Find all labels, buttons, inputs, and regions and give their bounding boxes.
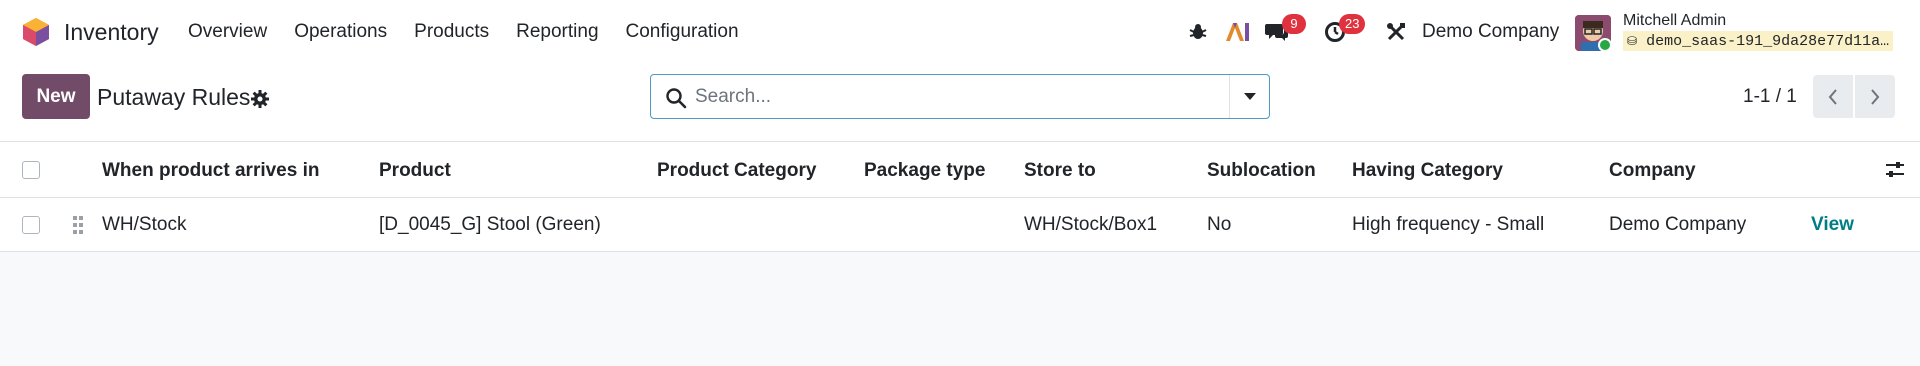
- search-input[interactable]: [695, 83, 1195, 111]
- pager-next-button[interactable]: [1855, 75, 1895, 118]
- table-row[interactable]: WH/Stock [D_0045_G] Stool (Green) WH/Sto…: [0, 198, 1920, 252]
- top-navbar: Inventory Overview Operations Products R…: [0, 0, 1920, 64]
- search-bar: [650, 74, 1270, 119]
- cell-product: [D_0045_G] Stool (Green): [379, 214, 601, 235]
- search-icon: [666, 88, 687, 109]
- pager-previous-button[interactable]: [1813, 75, 1853, 118]
- view-link[interactable]: View: [1811, 214, 1854, 236]
- cell-store-to: WH/Stock/Box1: [1024, 214, 1158, 235]
- search-options-toggle[interactable]: [1229, 75, 1269, 118]
- cell-sublocation: No: [1207, 214, 1232, 235]
- bug-icon[interactable]: [1186, 20, 1210, 44]
- putaway-rules-list: When product arrives in Product Product …: [0, 142, 1920, 252]
- column-header-having-category[interactable]: Having Category: [1352, 160, 1503, 182]
- menu-operations[interactable]: Operations: [294, 21, 387, 43]
- app-name[interactable]: Inventory: [64, 19, 159, 46]
- optional-columns-sliders-icon[interactable]: [1884, 160, 1906, 180]
- new-button[interactable]: New: [22, 74, 90, 119]
- column-header-package-type[interactable]: Package type: [864, 160, 985, 182]
- cell-company: Demo Company: [1609, 214, 1747, 235]
- odoo-inventory-logo-icon[interactable]: [22, 17, 50, 47]
- online-status-indicator: [1598, 38, 1612, 52]
- drag-handle-icon[interactable]: [72, 215, 84, 235]
- company-switcher[interactable]: Demo Company: [1422, 21, 1559, 43]
- menu-configuration[interactable]: Configuration: [626, 21, 739, 43]
- user-name[interactable]: Mitchell Admin: [1623, 12, 1726, 30]
- page-title: Putaway Rules: [97, 84, 251, 110]
- menu-overview[interactable]: Overview: [188, 21, 267, 43]
- row-checkbox[interactable]: [22, 216, 40, 234]
- cell-location-in: WH/Stock: [102, 214, 187, 235]
- column-header-location-in[interactable]: When product arrives in: [102, 160, 319, 182]
- tools-icon[interactable]: [1384, 20, 1408, 44]
- column-header-company[interactable]: Company: [1609, 160, 1696, 182]
- column-header-product[interactable]: Product: [379, 160, 451, 182]
- caret-down-icon: [1243, 92, 1256, 100]
- control-panel: New Putaway Rules 1-1 / 1: [0, 64, 1920, 142]
- menu-reporting[interactable]: Reporting: [516, 21, 598, 43]
- column-header-sublocation[interactable]: Sublocation: [1207, 160, 1316, 182]
- column-header-product-category[interactable]: Product Category: [657, 160, 816, 182]
- messages-badge: 9: [1282, 14, 1306, 34]
- activities-badge: 23: [1339, 14, 1366, 34]
- database-name: ⛁ demo_saas-191_9da28e77d11a…: [1623, 31, 1894, 51]
- ai-icon[interactable]: [1224, 20, 1250, 44]
- select-all-checkbox[interactable]: [22, 161, 40, 179]
- chevron-left-icon: [1828, 88, 1837, 105]
- chevron-right-icon: [1871, 88, 1880, 105]
- menu-products[interactable]: Products: [414, 21, 489, 43]
- table-header: When product arrives in Product Product …: [0, 142, 1920, 198]
- database-icon: ⛁: [1627, 34, 1638, 48]
- cell-having-category: High frequency - Small: [1352, 214, 1545, 235]
- gear-icon[interactable]: [251, 90, 269, 108]
- database-label: demo_saas-191_9da28e77d11a…: [1646, 33, 1890, 50]
- pager-value[interactable]: 1-1 / 1: [1743, 86, 1797, 108]
- column-header-store-to[interactable]: Store to: [1024, 160, 1096, 182]
- main-menu: Overview Operations Products Reporting C…: [188, 21, 766, 43]
